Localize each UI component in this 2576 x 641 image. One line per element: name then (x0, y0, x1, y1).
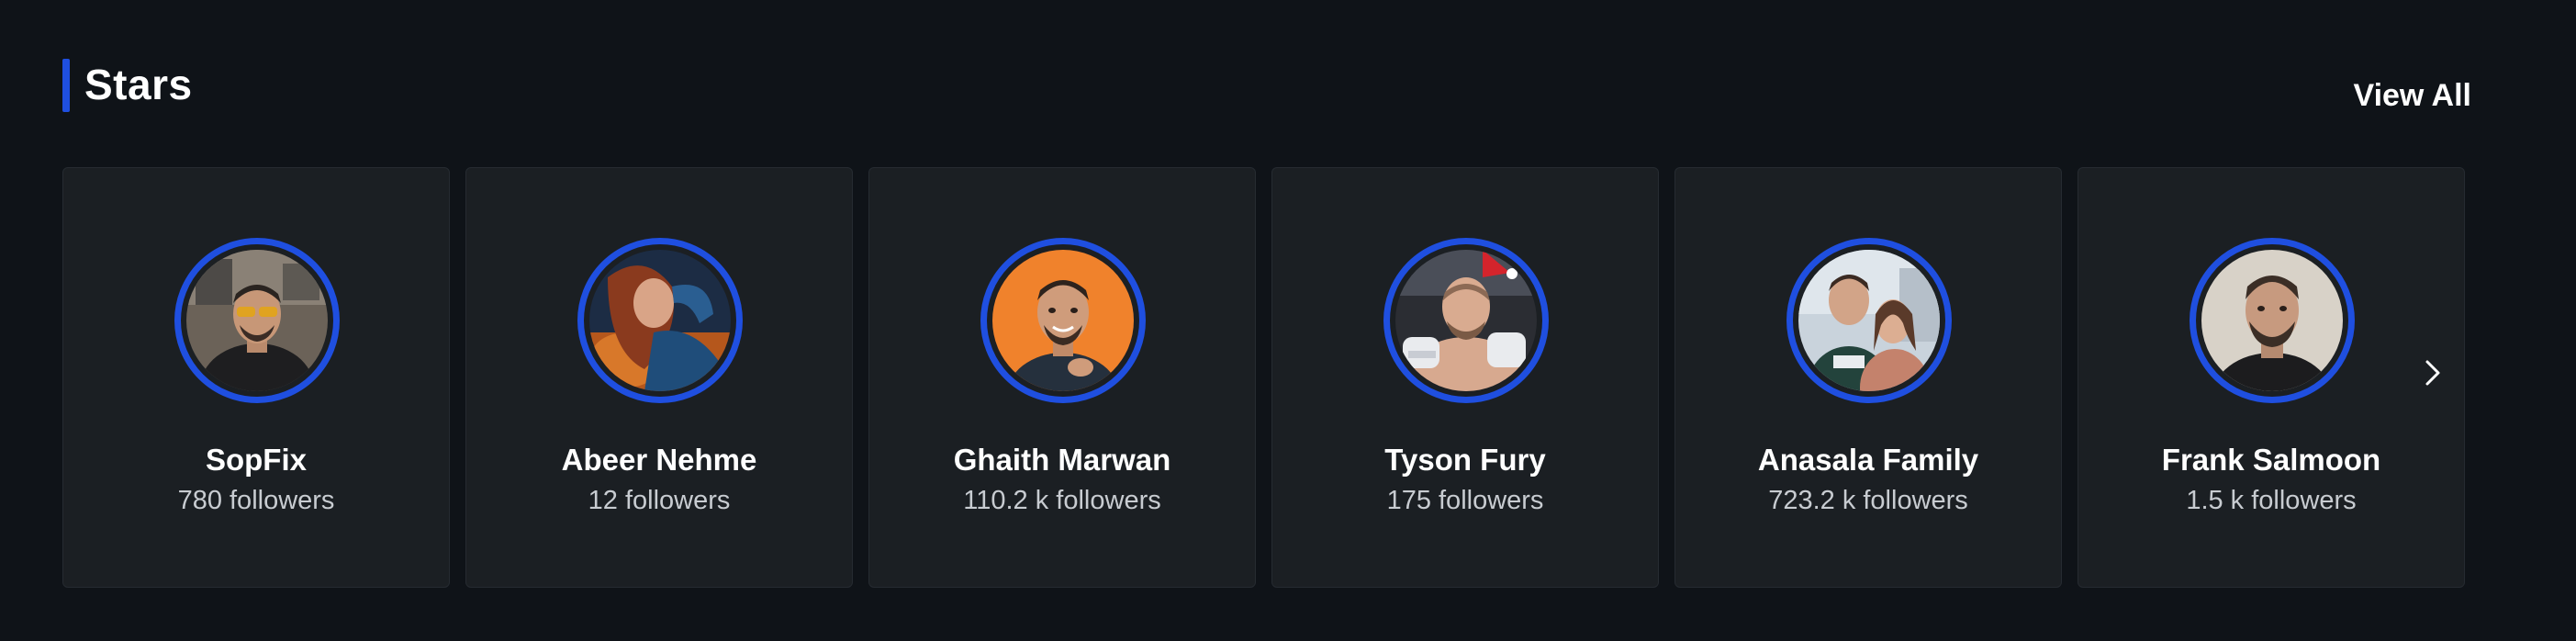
avatar (577, 238, 743, 403)
star-card-tyson-fury[interactable]: Tyson Fury 175 followers (1271, 167, 1659, 588)
stars-carousel: SopFix 780 followers Abeer Nehme 12 foll… (62, 167, 2468, 590)
star-card-abeer-nehme[interactable]: Abeer Nehme 12 followers (465, 167, 853, 588)
avatar-frank-salmoon-image (2201, 250, 2343, 391)
avatar-abeer-nehme-image (589, 250, 731, 391)
avatar-anasala-family-image (1798, 250, 1940, 391)
star-followers: 780 followers (177, 486, 335, 515)
stars-section: Stars View All SopFix 780 followers Abee… (0, 0, 2576, 641)
avatar (980, 238, 1146, 403)
section-header: Stars View All (62, 57, 2471, 113)
avatar (2190, 238, 2355, 403)
avatar-ghaith-marwan-image (992, 250, 1134, 391)
title-accent-bar (62, 59, 70, 112)
star-followers: 175 followers (1386, 486, 1544, 515)
star-name: SopFix (205, 443, 307, 477)
star-name: Abeer Nehme (561, 443, 757, 477)
star-card-sopfix[interactable]: SopFix 780 followers (62, 167, 450, 588)
star-card-anasala-family[interactable]: Anasala Family 723.2 k followers (1674, 167, 2062, 588)
section-title: Stars (84, 61, 193, 108)
avatar-sopfix-image (186, 250, 328, 391)
star-followers: 723.2 k followers (1768, 486, 1968, 515)
star-followers: 1.5 k followers (2186, 486, 2357, 515)
star-name: Tyson Fury (1384, 443, 1546, 477)
star-followers: 12 followers (588, 486, 731, 515)
star-card-frank-salmoon[interactable]: Frank Salmoon 1.5 k followers (2078, 167, 2465, 588)
chevron-right-icon[interactable] (2414, 354, 2451, 391)
star-name: Anasala Family (1757, 443, 1979, 477)
star-card-ghaith-marwan[interactable]: Ghaith Marwan 110.2 k followers (868, 167, 1256, 588)
view-all-link[interactable]: View All (2354, 75, 2472, 116)
avatar (174, 238, 340, 403)
avatar-tyson-fury-image (1395, 250, 1537, 391)
star-name: Ghaith Marwan (953, 443, 1171, 477)
star-followers: 110.2 k followers (963, 486, 1161, 515)
star-name: Frank Salmoon (2161, 443, 2381, 477)
avatar (1786, 238, 1952, 403)
avatar (1383, 238, 1549, 403)
